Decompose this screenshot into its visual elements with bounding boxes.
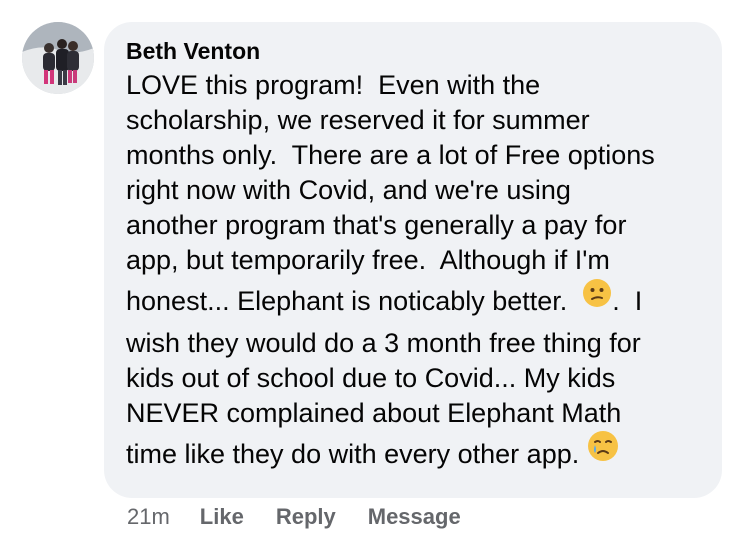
confused-face-icon (582, 276, 612, 323)
comment-actions: 21m Like Reply Message (127, 500, 493, 534)
comment-line: right now with Covid, and we're using (126, 175, 571, 205)
comment-line: NEVER complained about Elephant Math (126, 398, 622, 429)
comment-line-with-emoji: honest... Elephant is noticably better. … (126, 278, 702, 326)
comment-line: app, but temporarily free. Although if I… (126, 245, 610, 275)
message-button[interactable]: Message (368, 504, 461, 530)
comment-line: months only. There are a lot of Free opt… (126, 140, 655, 170)
crying-face-icon (587, 430, 619, 476)
comment-line: LOVE this program! Even with the (126, 70, 541, 100)
comment-author[interactable]: Beth Venton (126, 36, 702, 66)
comment-line: another program that's generally a pay f… (126, 210, 627, 240)
reply-button[interactable]: Reply (276, 504, 336, 530)
comment-line: wish they would do a 3 month free thing … (126, 328, 641, 359)
comment-timestamp[interactable]: 21m (127, 504, 170, 530)
comment-line: scholarship, we reserved it for summer (126, 105, 590, 135)
comment-bubble: Beth Venton LOVE this program! Even with… (104, 22, 722, 498)
comment-line: kids out of school due to Covid... My ki… (126, 363, 616, 394)
comment-line-with-emoji: time like they do with every other app. (126, 431, 702, 479)
comment-text: time like they do with every other app. (126, 439, 587, 470)
comment-text: honest... Elephant is noticably better. (126, 286, 583, 316)
comment-text: . I (612, 286, 643, 316)
like-button[interactable]: Like (200, 504, 244, 530)
avatar-photo (22, 22, 94, 94)
avatar[interactable] (22, 22, 94, 94)
